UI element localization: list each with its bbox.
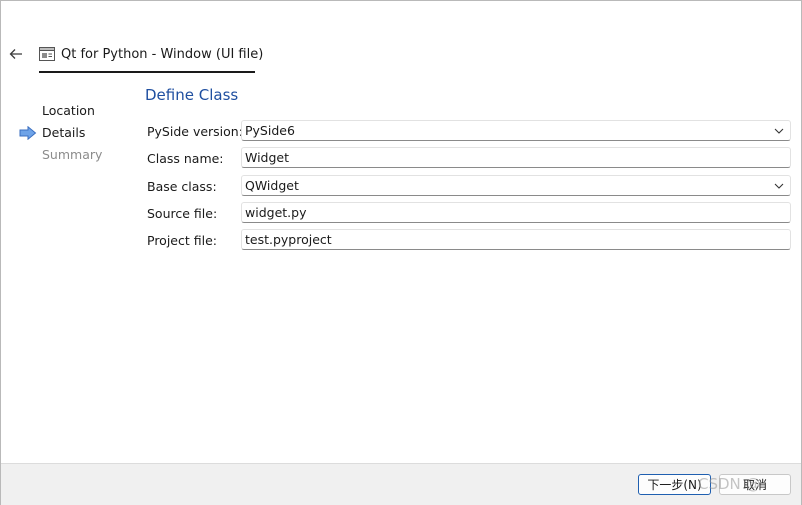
wizard-header: Qt for Python - Window (UI file) [39, 44, 263, 64]
step-label: Summary [42, 147, 103, 162]
wizard-footer: 下一步(N) 取消 [1, 463, 801, 505]
cancel-button[interactable]: 取消 [719, 474, 791, 495]
step-location: Location [19, 100, 102, 122]
wizard-steps: Location Details Summary [19, 100, 102, 166]
back-button[interactable] [7, 45, 25, 63]
project-file-row: Project file: test.pyproject [147, 229, 793, 252]
source-file-input[interactable]: widget.py [241, 202, 791, 223]
class-name-input[interactable]: Widget [241, 147, 791, 168]
title-underline [39, 71, 255, 73]
arrow-left-icon [9, 49, 22, 59]
qt-window-icon [39, 47, 55, 61]
section-title: Define Class [145, 86, 239, 104]
pyside-version-select[interactable]: PySide6 [241, 120, 791, 141]
step-details: Details [19, 122, 102, 144]
step-label: Details [42, 125, 86, 140]
step-label: Location [42, 103, 95, 118]
class-name-row: Class name: Widget [147, 147, 793, 170]
class-name-label: Class name: [147, 151, 224, 166]
base-class-row: Base class: QWidget [147, 175, 793, 198]
project-file-label: Project file: [147, 233, 217, 248]
source-file-row: Source file: widget.py [147, 202, 793, 225]
pyside-version-label: PySide version: [147, 124, 243, 139]
source-file-label: Source file: [147, 206, 218, 221]
base-class-value: QWidget [245, 177, 299, 193]
pyside-version-row: PySide version: PySide6 [147, 120, 793, 143]
pyside-version-value: PySide6 [245, 122, 295, 138]
chevron-down-icon[interactable] [768, 176, 790, 196]
project-file-input[interactable]: test.pyproject [241, 229, 791, 250]
step-summary: Summary [19, 144, 102, 166]
base-class-select[interactable]: QWidget [241, 175, 791, 196]
base-class-label: Base class: [147, 179, 217, 194]
next-button[interactable]: 下一步(N) [638, 474, 711, 495]
chevron-down-icon[interactable] [768, 121, 790, 141]
page-title: Qt for Python - Window (UI file) [61, 46, 264, 62]
arrow-right-icon [19, 126, 37, 140]
wizard-window: Qt for Python - Window (UI file) Locatio… [0, 0, 802, 505]
